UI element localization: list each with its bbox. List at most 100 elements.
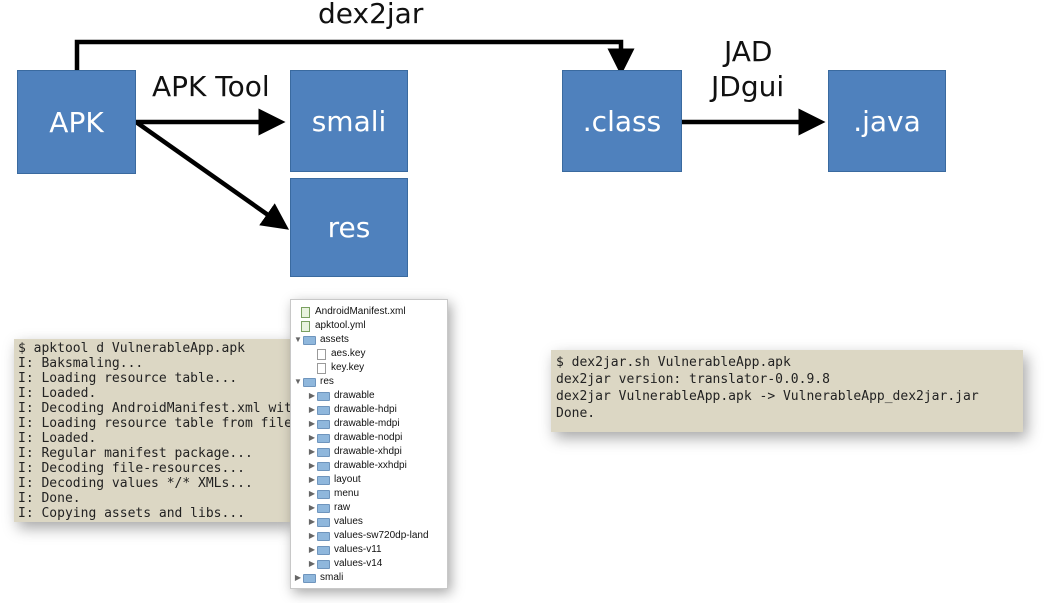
terminal-line: I: Loading resource table from file: [18,416,290,431]
tree-item-folder[interactable]: ▶ drawable-hdpi [291,403,447,417]
tree-item-label: values-sw720dp-land [334,530,429,541]
disclosure-closed-icon[interactable]: ▶ [307,529,317,543]
disclosure-open-icon[interactable]: ▼ [293,375,303,389]
terminal-apktool: $ apktool d VulnerableApp.apk I: Baksmal… [14,339,290,522]
xml-file-icon [301,306,310,318]
terminal-line: I: Regular manifest package... [18,446,253,461]
disclosure-open-icon[interactable]: ▼ [293,333,303,347]
disclosure-closed-icon[interactable]: ▶ [307,515,317,529]
disclosure-closed-icon[interactable]: ▶ [293,571,303,585]
tree-item-folder[interactable]: ▶ smali [291,571,447,585]
terminal-line: I: Loading resource table... [18,371,238,386]
tree-item-folder[interactable]: ▶ drawable [291,389,447,403]
folder-icon [303,377,316,387]
tree-item-folder[interactable]: ▶ drawable-mdpi [291,417,447,431]
folder-icon [317,475,330,485]
tree-item-label: raw [334,502,351,513]
disclosure-closed-icon[interactable]: ▶ [307,389,317,403]
file-icon [317,348,326,360]
disclosure-closed-icon[interactable]: ▶ [307,403,317,417]
node-java-label: .java [853,104,921,138]
folder-icon [303,335,316,345]
folder-icon [317,489,330,499]
tree-item-file[interactable]: apktool.yml [291,319,447,333]
arrow-apk-to-res [134,120,290,230]
tree-item-folder[interactable]: ▶ layout [291,473,447,487]
file-icon [317,362,326,374]
folder-icon [317,517,330,527]
tree-item-folder[interactable]: ▶ menu [291,487,447,501]
tree-item-label: smali [320,572,344,583]
tree-item-label: menu [334,488,360,499]
tree-item-label: drawable-xxhdpi [334,460,407,471]
tree-item-label: res [320,376,334,387]
tree-item-file[interactable]: key.key [291,361,447,375]
tree-item-folder[interactable]: ▶ drawable-xhdpi [291,445,447,459]
disclosure-closed-icon[interactable]: ▶ [307,501,317,515]
folder-icon [317,461,330,471]
terminal-line: I: Decoding AndroidManifest.xml with [18,401,290,416]
edge-label-apktool: APK Tool [152,70,270,103]
edge-label-dex2jar: dex2jar [318,0,424,30]
node-apk-label: APK [49,105,104,139]
terminal-line: Done. [556,406,596,421]
folder-icon [317,419,330,429]
tree-item-label: drawable-hdpi [334,404,397,415]
tree-item-label: values-v11 [334,544,382,555]
tree-item-label: layout [334,474,361,485]
folder-icon [317,405,330,415]
tree-item-label: drawable [334,390,375,401]
disclosure-closed-icon[interactable]: ▶ [307,487,317,501]
tree-item-folder[interactable]: ▶ values-v11 [291,543,447,557]
folder-icon [317,433,330,443]
tree-item-label: key.key [331,362,365,373]
tree-item-folder[interactable]: ▶ values-v14 [291,557,447,571]
tree-item-label: drawable-mdpi [334,418,400,429]
terminal-line: I: Loaded. [18,431,97,446]
tree-item-folder[interactable]: ▶ values [291,515,447,529]
disclosure-closed-icon[interactable]: ▶ [307,417,317,431]
tree-item-folder[interactable]: ▼ assets [291,333,447,347]
tree-item-label: drawable-xhdpi [334,446,402,457]
arrow-apk-to-class [74,39,635,76]
node-class-label: .class [582,104,662,138]
tree-item-label: values [334,516,363,527]
terminal-line: I: Decoding values */* XMLs... [18,476,253,491]
file-tree-panel: AndroidManifest.xml apktool.yml ▼ assets … [290,299,448,589]
disclosure-closed-icon[interactable]: ▶ [307,445,317,459]
disclosure-closed-icon[interactable]: ▶ [307,473,317,487]
node-apk: APK [17,70,136,174]
tree-item-label: assets [320,334,349,345]
folder-icon [317,391,330,401]
terminal-line: $ dex2jar.sh VulnerableApp.apk [556,355,791,370]
tree-item-folder[interactable]: ▶ drawable-xxhdpi [291,459,447,473]
node-smali: smali [290,70,408,172]
terminal-dex2jar: $ dex2jar.sh VulnerableApp.apk dex2jar v… [551,350,1023,432]
terminal-line: I: Copying assets and libs... [18,506,245,521]
folder-icon [317,545,330,555]
terminal-line: I: Baksmaling... [18,356,144,371]
tree-item-folder[interactable]: ▶ drawable-nodpi [291,431,447,445]
folder-icon [317,531,330,541]
tree-item-folder[interactable]: ▼ res [291,375,447,389]
tree-item-label: drawable-nodpi [334,432,403,443]
terminal-line: dex2jar VulnerableApp.apk -> VulnerableA… [556,389,979,404]
tree-item-label: values-v14 [334,558,383,569]
disclosure-closed-icon[interactable]: ▶ [307,557,317,571]
folder-icon [317,559,330,569]
tree-item-file[interactable]: AndroidManifest.xml [291,305,447,319]
folder-icon [317,447,330,457]
terminal-line: dex2jar version: translator-0.0.9.8 [556,372,830,387]
tree-item-file[interactable]: aes.key [291,347,447,361]
node-res: res [290,178,408,277]
disclosure-closed-icon[interactable]: ▶ [307,543,317,557]
folder-icon [303,573,316,583]
edge-label-jdgui: JDgui [711,70,785,103]
tree-item-label: AndroidManifest.xml [315,306,406,317]
tree-item-folder[interactable]: ▶ raw [291,501,447,515]
yml-file-icon [301,320,310,332]
terminal-line: I: Done. [18,491,81,506]
tree-item-folder[interactable]: ▶ values-sw720dp-land [291,529,447,543]
disclosure-closed-icon[interactable]: ▶ [307,431,317,445]
disclosure-closed-icon[interactable]: ▶ [307,459,317,473]
